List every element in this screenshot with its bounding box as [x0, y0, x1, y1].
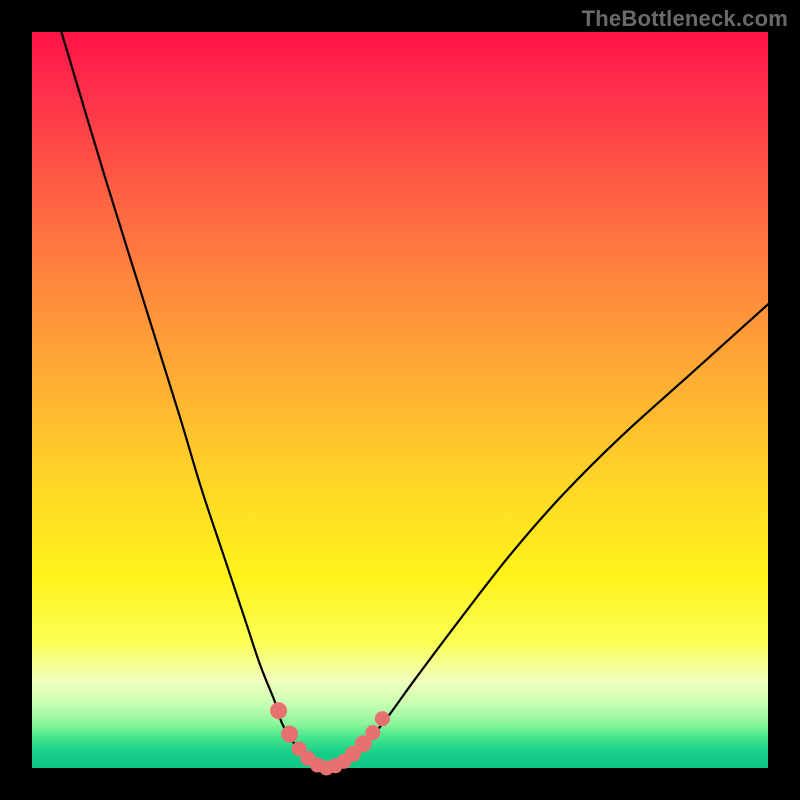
bottleneck-curve [61, 32, 768, 768]
marker-dot [270, 702, 287, 719]
marker-dots [270, 702, 390, 775]
marker-dot [281, 726, 298, 743]
marker-dot [365, 725, 380, 740]
chart-svg [32, 32, 768, 768]
watermark-text: TheBottleneck.com [582, 6, 788, 32]
marker-dot [375, 711, 390, 726]
chart-plot-area [32, 32, 768, 768]
chart-frame: TheBottleneck.com [0, 0, 800, 800]
